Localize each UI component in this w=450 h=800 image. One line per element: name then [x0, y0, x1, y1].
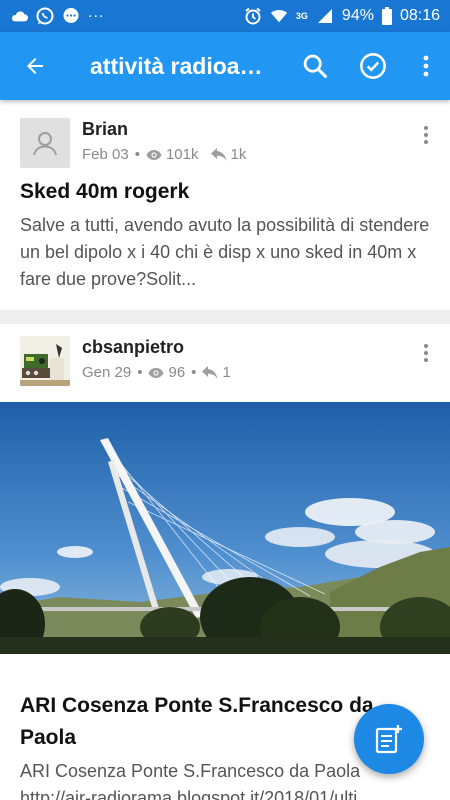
bridge-photo [0, 402, 450, 654]
topic-title[interactable]: Sked 40m rogerk [20, 176, 430, 208]
replies-count: 1k [230, 146, 247, 163]
back-button[interactable] [0, 32, 70, 100]
battery-percentage: 94% [341, 7, 374, 24]
topic-card[interactable]: Brian Feb 03 • 101k 1k Sked 40m rogerk S… [0, 100, 450, 310]
search-icon [303, 54, 328, 79]
signal-icon [316, 7, 334, 25]
clock: 08:16 [399, 7, 440, 24]
new-topic-button[interactable] [354, 704, 424, 774]
topic-meta: Brian Feb 03 • 101k 1k [82, 118, 246, 163]
post-date: Gen 29 [82, 364, 132, 381]
network-type: 3G [295, 10, 308, 21]
battery-icon [381, 7, 392, 25]
topic-excerpt: Salve a tutti, avendo avuto la possibili… [20, 215, 430, 289]
topic-image[interactable] [0, 402, 450, 654]
eye-icon [148, 367, 164, 378]
excerpt-link[interactable]: http://air-radiorama.blogspot.it/2018/01… [20, 785, 418, 800]
app-bar: attività radioa… [0, 32, 450, 100]
whatsapp-icon [36, 7, 54, 25]
cloud-icon [10, 7, 28, 25]
back-icon [27, 58, 43, 74]
topic-stats: Feb 03 • 101k 1k [82, 146, 246, 163]
mark-read-button[interactable] [344, 32, 402, 100]
messages-icon [62, 7, 80, 25]
topic-list[interactable]: Brian Feb 03 • 101k 1k Sked 40m rogerk S… [0, 100, 450, 800]
card-divider [0, 310, 450, 324]
topic-header: Brian Feb 03 • 101k 1k [20, 118, 246, 168]
page-title: attività radioa… [90, 52, 263, 79]
check-circle-icon [360, 53, 386, 79]
topic-header: cbsanpietro Gen 29 • 96 • 1 [20, 336, 231, 386]
more-vertical-icon [423, 55, 429, 77]
author-name[interactable]: cbsanpietro [82, 336, 231, 358]
replies-count: 1 [222, 364, 231, 381]
wifi-icon [270, 7, 288, 25]
new-topic-icon [375, 725, 402, 754]
overflow-menu-button[interactable] [402, 32, 450, 100]
reply-icon [210, 147, 226, 161]
topic-stats: Gen 29 • 96 • 1 [82, 364, 231, 381]
notifications-overflow: ... [88, 4, 105, 21]
reply-icon [202, 365, 218, 379]
more-vertical-icon [424, 126, 428, 144]
separator-dot: • [191, 364, 197, 381]
views-stat: 101k [146, 146, 199, 163]
excerpt-line: ARI Cosenza Ponte S.Francesco da Paola [20, 761, 361, 781]
replies-stat: 1k [210, 146, 247, 163]
post-date: Feb 03 [82, 146, 129, 163]
status-bar: ... 3G 94% 08:16 [0, 0, 450, 32]
avatar[interactable] [20, 118, 70, 168]
topic-meta: cbsanpietro Gen 29 • 96 • 1 [82, 336, 231, 381]
separator-dot: • [137, 364, 143, 381]
separator-dot: • [134, 146, 140, 163]
views-count: 96 [168, 364, 186, 381]
replies-stat: 1 [202, 364, 231, 381]
views-stat: 96 [148, 364, 185, 381]
eye-icon [146, 149, 162, 160]
topic-excerpt: ARI Cosenza Ponte S.Francesco da Paola h… [20, 758, 418, 800]
topic-options-button[interactable] [416, 340, 436, 366]
search-button[interactable] [286, 32, 344, 100]
views-count: 101k [165, 146, 199, 163]
alarm-icon [244, 7, 262, 25]
topic-options-button[interactable] [416, 122, 436, 148]
avatar[interactable] [20, 336, 70, 386]
radio-equipment-icon [20, 336, 70, 386]
author-name[interactable]: Brian [82, 118, 246, 140]
default-user-icon [33, 132, 57, 156]
more-vertical-icon [424, 344, 428, 362]
